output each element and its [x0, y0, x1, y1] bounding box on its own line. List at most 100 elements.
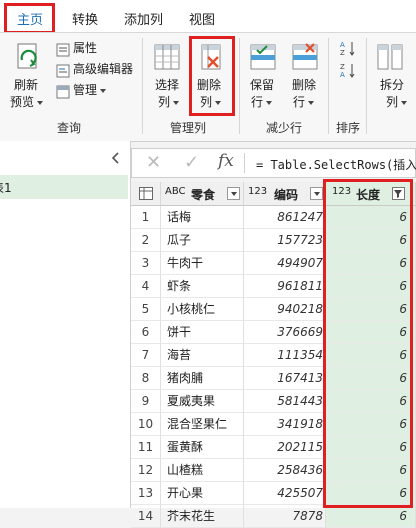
table-row[interactable]: 14 芥末花生 7878 6 [131, 505, 416, 528]
choose-columns-button[interactable] [152, 42, 182, 76]
remove-columns-label2: 列 [200, 95, 222, 110]
remove-columns-label1: 删除 [197, 78, 222, 92]
refresh-preview-button[interactable] [14, 42, 44, 78]
manage-icon [56, 84, 70, 99]
manage-button[interactable]: 管理 [73, 83, 107, 98]
length-column-highlight [323, 179, 413, 508]
row-number[interactable]: 8 [131, 367, 161, 390]
row-number[interactable]: 1 [131, 206, 161, 229]
advanced-editor-button[interactable]: 高级编辑器 [73, 62, 133, 77]
cell-snack[interactable]: 混合坚果仁 [161, 413, 244, 436]
cell-code[interactable]: 376669 [244, 321, 326, 344]
filter-dropdown-icon[interactable] [310, 187, 323, 200]
choose-columns-label2: 列 [158, 95, 180, 110]
column-name: 编码 [274, 188, 299, 202]
cancel-formula-icon[interactable]: ✕ [146, 152, 161, 173]
choose-columns-label1: 选择 [155, 78, 180, 92]
sort-ascending-button[interactable]: A Z [340, 40, 356, 60]
cell-code[interactable]: 961811 [244, 275, 326, 298]
split-column-button[interactable] [376, 42, 404, 76]
group-sort-label: 排序 [336, 121, 361, 135]
row-number[interactable]: 7 [131, 344, 161, 367]
svg-text:A: A [340, 41, 345, 49]
cell-code[interactable]: 341918 [244, 413, 326, 436]
cell-snack[interactable]: 牛肉干 [161, 252, 244, 275]
split-column-icon [377, 44, 403, 70]
tab-transform[interactable]: 转换 [72, 9, 98, 28]
row-number[interactable]: 12 [131, 459, 161, 482]
remove-rows-button[interactable] [290, 42, 320, 76]
query-item-label: 表1 [0, 181, 12, 195]
column-header-code[interactable]: 123 编码 [244, 182, 326, 206]
tab-view[interactable]: 视图 [189, 9, 215, 28]
column-header-snack[interactable]: ABC 零食 [161, 182, 244, 206]
cell-code[interactable]: 202115 [244, 436, 326, 459]
formula-input[interactable]: = Table.SelectRows(插入的 [256, 156, 416, 173]
row-number[interactable]: 2 [131, 229, 161, 252]
cell-snack[interactable]: 夏威夷果 [161, 390, 244, 413]
cell-snack[interactable]: 小核桃仁 [161, 298, 244, 321]
cell-code[interactable]: 258436 [244, 459, 326, 482]
cell-snack[interactable]: 开心果 [161, 482, 244, 505]
cell-snack[interactable]: 猪肉脯 [161, 367, 244, 390]
tab-add-column[interactable]: 添加列 [124, 9, 163, 28]
row-number[interactable]: 3 [131, 252, 161, 275]
collapse-chevron-icon[interactable] [110, 151, 120, 165]
filter-dropdown-icon[interactable] [227, 187, 240, 200]
row-number[interactable]: 9 [131, 390, 161, 413]
cell-snack[interactable]: 蛋黄酥 [161, 436, 244, 459]
row-number[interactable]: 13 [131, 482, 161, 505]
tab-home[interactable]: 主页 [17, 9, 43, 28]
remove-rows-label2: 行 [293, 95, 315, 110]
sort-ascending-icon: A Z [340, 41, 355, 57]
group-divider [366, 38, 367, 134]
cell-code[interactable]: 167413 [244, 367, 326, 390]
table-menu-header[interactable] [131, 182, 161, 206]
formula-divider [244, 153, 245, 173]
function-icon[interactable]: fx [218, 151, 234, 171]
cell-snack[interactable]: 芥末花生 [161, 505, 244, 528]
row-number[interactable]: 10 [131, 413, 161, 436]
sort-descending-icon: Z A [340, 63, 355, 79]
cell-code[interactable]: 494907 [244, 252, 326, 275]
formula-bar: ✕ ✓ fx = Table.SelectRows(插入的 [131, 148, 416, 178]
properties-button[interactable]: 属性 [73, 41, 97, 56]
column-name: 零食 [191, 188, 216, 202]
number-type-icon[interactable]: 123 [248, 186, 267, 197]
cell-code[interactable]: 861247 [244, 206, 326, 229]
row-number[interactable]: 5 [131, 298, 161, 321]
queries-pane: 表1 [0, 141, 131, 508]
advanced-editor-icon [56, 63, 70, 78]
ribbon-tab-bar: 主页 转换 添加列 视图 [0, 0, 416, 34]
preview-label: 预览 [10, 95, 44, 110]
cell-length[interactable]: 6 [326, 505, 416, 528]
choose-columns-icon [154, 44, 180, 70]
cell-code[interactable]: 7878 [244, 505, 326, 528]
confirm-formula-icon[interactable]: ✓ [184, 152, 199, 173]
cell-snack[interactable]: 虾条 [161, 275, 244, 298]
text-type-icon[interactable]: ABC [165, 186, 186, 197]
cell-snack[interactable]: 海苔 [161, 344, 244, 367]
row-number[interactable]: 4 [131, 275, 161, 298]
cell-snack[interactable]: 饼干 [161, 321, 244, 344]
cell-code[interactable]: 157723 [244, 229, 326, 252]
cell-snack[interactable]: 话梅 [161, 206, 244, 229]
cell-snack[interactable]: 瓜子 [161, 229, 244, 252]
keep-rows-label1: 保留 [250, 78, 275, 92]
cell-snack[interactable]: 山楂糕 [161, 459, 244, 482]
cell-code[interactable]: 940218 [244, 298, 326, 321]
split-column-label1: 拆分 [380, 78, 405, 92]
row-number[interactable]: 11 [131, 436, 161, 459]
keep-rows-button[interactable] [248, 42, 278, 76]
cell-code[interactable]: 425507 [244, 482, 326, 505]
remove-rows-icon [292, 43, 318, 70]
cell-code[interactable]: 111354 [244, 344, 326, 367]
keep-rows-icon [250, 44, 276, 70]
cell-code[interactable]: 581443 [244, 390, 326, 413]
table-icon [139, 187, 153, 200]
query-item-selected[interactable]: 表1 [0, 175, 128, 199]
row-number[interactable]: 14 [131, 505, 161, 528]
remove-columns-button[interactable] [196, 42, 226, 76]
row-number[interactable]: 6 [131, 321, 161, 344]
sort-descending-button[interactable]: Z A [340, 62, 356, 82]
